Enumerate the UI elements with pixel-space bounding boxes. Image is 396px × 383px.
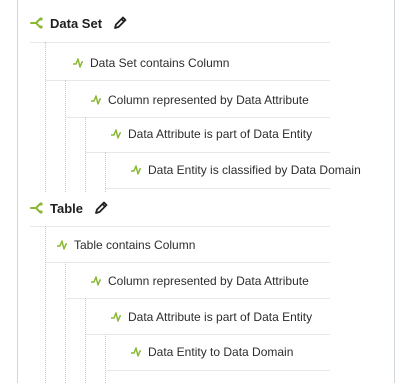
tree-guide-line: [65, 262, 66, 383]
relation-icon: [73, 58, 83, 68]
edit-button[interactable]: [112, 15, 128, 31]
tree-guide-line: [65, 80, 66, 192]
divider: [85, 152, 330, 153]
divider: [85, 334, 330, 335]
panel-border-right: [394, 0, 395, 383]
tree-root-label: Table: [50, 200, 83, 216]
tree-node-label: Data Attribute is part of Data Entity: [128, 310, 313, 324]
tree-guide-line: [85, 298, 86, 383]
tree-guide-line: [45, 226, 46, 383]
tree-node[interactable]: Table contains Column: [56, 238, 195, 252]
divider: [45, 262, 330, 263]
tree-guide-line: [105, 334, 106, 383]
divider: [30, 42, 330, 43]
relation-icon: [131, 347, 141, 357]
tree-root-data-set[interactable]: Data Set: [30, 15, 128, 31]
tree-guide-line: [45, 42, 46, 192]
divider: [30, 226, 330, 227]
tree-node-label: Data Entity is classified by Data Domain: [148, 163, 361, 177]
tree-node[interactable]: Column represented by Data Attribute: [90, 93, 309, 107]
divider: [105, 188, 330, 189]
divider: [105, 370, 330, 371]
branch-icon: [30, 202, 43, 214]
tree-node-label: Data Set contains Column: [90, 56, 230, 70]
tree-node[interactable]: Data Set contains Column: [72, 56, 229, 70]
relation-icon: [111, 129, 121, 139]
relation-icon: [91, 276, 101, 286]
tree-node[interactable]: Data Attribute is part of Data Entity: [110, 310, 312, 324]
tree-node[interactable]: Data Attribute is part of Data Entity: [110, 127, 312, 141]
edit-button[interactable]: [93, 200, 109, 216]
tree-root-table[interactable]: Table: [30, 200, 109, 216]
tree-guide-line: [105, 152, 106, 192]
relation-icon: [111, 312, 121, 322]
relation-icon: [91, 95, 101, 105]
tree-node[interactable]: Data Entity is classified by Data Domain: [130, 163, 361, 177]
relation-icon: [57, 240, 67, 250]
tree-root-label: Data Set: [50, 15, 103, 31]
branch-icon: [30, 17, 43, 29]
divider: [65, 298, 330, 299]
divider: [65, 117, 330, 118]
pencil-icon: [114, 16, 127, 29]
tree-node-label: Data Entity to Data Domain: [148, 345, 294, 359]
tree-guide-line: [85, 117, 86, 192]
panel-border-left: [17, 0, 18, 383]
tree-node[interactable]: Data Entity to Data Domain: [130, 345, 293, 359]
pencil-icon: [95, 201, 108, 214]
tree-node-label: Data Attribute is part of Data Entity: [128, 127, 313, 141]
tree-node-label: Column represented by Data Attribute: [108, 93, 309, 107]
divider: [45, 80, 330, 81]
tree-node-label: Column represented by Data Attribute: [108, 274, 309, 288]
relation-icon: [131, 165, 141, 175]
tree-node-label: Table contains Column: [74, 238, 196, 252]
tree-node[interactable]: Column represented by Data Attribute: [90, 274, 309, 288]
